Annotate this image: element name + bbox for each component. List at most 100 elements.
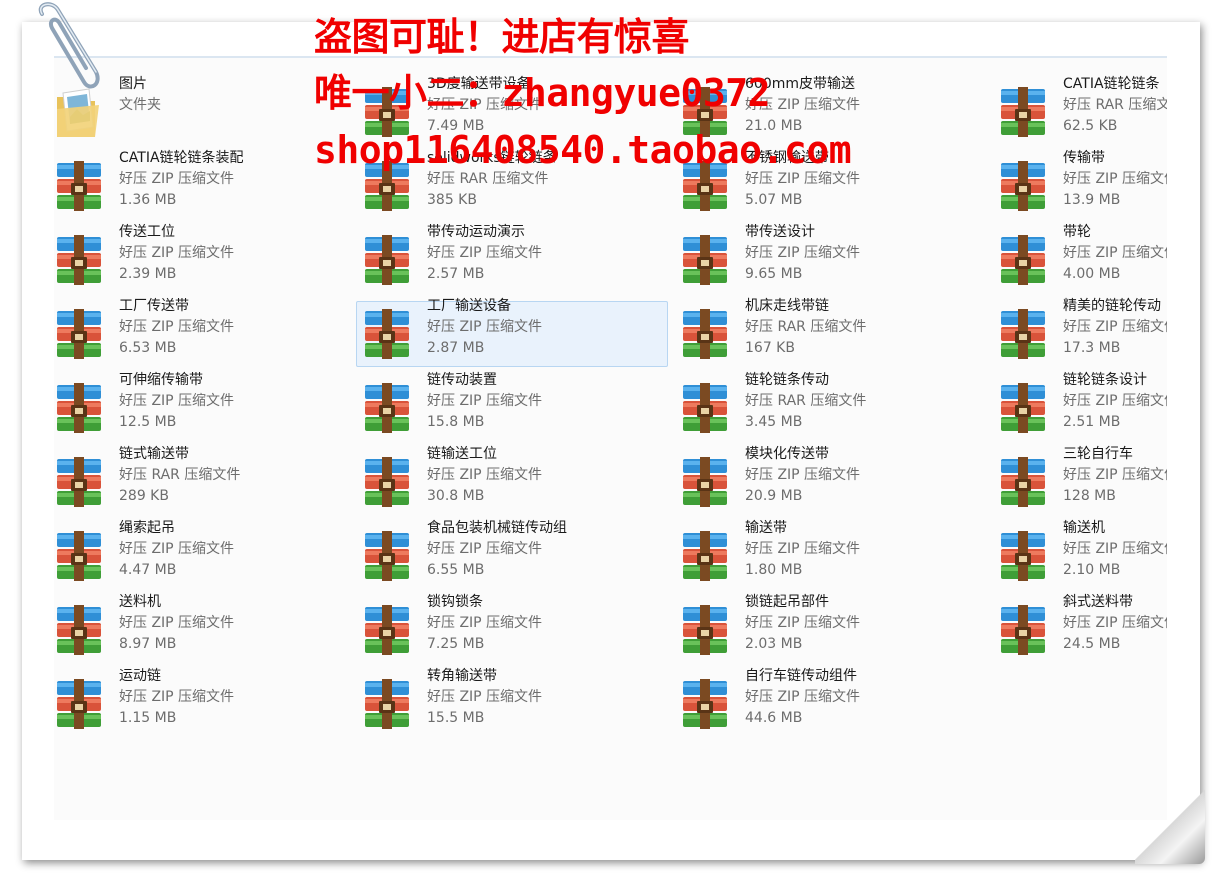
file-size: 6.55 MB xyxy=(427,562,485,578)
winrar-archive-icon xyxy=(1001,457,1045,507)
file-item[interactable]: 自行车链传动组件 好压 ZIP 压缩文件 44.6 MB xyxy=(674,668,986,737)
file-size: 7.25 MB xyxy=(427,636,485,652)
file-item[interactable]: 输送带 好压 ZIP 压缩文件 1.80 MB xyxy=(674,520,986,589)
winrar-archive-icon xyxy=(57,309,101,359)
file-name: CATIA链轮链条 xyxy=(1063,76,1160,92)
winrar-archive-icon xyxy=(365,679,409,729)
file-size: 1.15 MB xyxy=(119,710,177,726)
file-item[interactable]: 送料机 好压 ZIP 压缩文件 8.97 MB xyxy=(54,594,360,663)
file-type: 好压 RAR 压缩文件 xyxy=(745,393,867,409)
file-size: 128 MB xyxy=(1063,488,1116,504)
file-size: 1.80 MB xyxy=(745,562,803,578)
file-name: 链传动装置 xyxy=(427,372,497,388)
file-size: 289 KB xyxy=(119,488,169,504)
file-item[interactable]: 斜式送料带 好压 ZIP 压缩文件 24.5 MB xyxy=(992,594,1167,663)
file-type: 好压 ZIP 压缩文件 xyxy=(745,245,861,261)
file-item[interactable]: 链式输送带 好压 RAR 压缩文件 289 KB xyxy=(54,446,360,515)
file-type: 好压 ZIP 压缩文件 xyxy=(745,615,861,631)
winrar-archive-icon xyxy=(57,679,101,729)
file-name: 链输送工位 xyxy=(427,446,497,462)
file-item[interactable]: 链轮链条设计 好压 ZIP 压缩文件 2.51 MB xyxy=(992,372,1167,441)
file-size: 4.47 MB xyxy=(119,562,177,578)
file-type: 好压 ZIP 压缩文件 xyxy=(1063,319,1167,335)
watermark-line-1: 盗图可耻！进店有惊喜 xyxy=(314,15,690,59)
file-item[interactable]: 食品包装机械链传动组 好压 ZIP 压缩文件 6.55 MB xyxy=(356,520,668,589)
file-name: 模块化传送带 xyxy=(745,446,829,462)
file-item[interactable]: 工厂传送带 好压 ZIP 压缩文件 6.53 MB xyxy=(54,298,360,367)
file-item[interactable]: 工厂输送设备好压 ZIP 压缩文件 2.87 MB xyxy=(356,298,668,367)
file-item[interactable]: 带传动运动演示好压 ZIP 压缩文件 2.57 MB xyxy=(356,224,668,293)
file-size: 2.57 MB xyxy=(427,266,485,282)
file-type: 好压 ZIP 压缩文件 xyxy=(427,319,543,335)
file-type: 好压 ZIP 压缩文件 xyxy=(119,541,235,557)
file-type: 好压 ZIP 压缩文件 xyxy=(427,541,543,557)
file-type: 好压 ZIP 压缩文件 xyxy=(427,245,543,261)
file-size: 44.6 MB xyxy=(745,710,803,726)
file-size: 2.03 MB xyxy=(745,636,803,652)
file-size: 8.97 MB xyxy=(119,636,177,652)
file-size: 2.39 MB xyxy=(119,266,177,282)
file-item[interactable]: 传输带 好压 ZIP 压缩文件 13.9 MB xyxy=(992,150,1167,219)
winrar-archive-icon xyxy=(57,531,101,581)
file-name: 带轮 xyxy=(1063,224,1091,240)
winrar-archive-icon xyxy=(1001,605,1045,655)
file-size: 385 KB xyxy=(427,192,477,208)
file-item[interactable]: 输送机 好压 ZIP 压缩文件 2.10 MB xyxy=(992,520,1167,589)
file-item[interactable]: 精美的链轮传动 好压 ZIP 压缩文件 17.3 MB xyxy=(992,298,1167,367)
winrar-archive-icon xyxy=(365,383,409,433)
file-item[interactable]: 传送工位 好压 ZIP 压缩文件 2.39 MB xyxy=(54,224,360,293)
winrar-archive-icon xyxy=(57,383,101,433)
file-size: 12.5 MB xyxy=(119,414,177,430)
winrar-archive-icon xyxy=(683,457,727,507)
winrar-archive-icon xyxy=(1001,309,1045,359)
file-item[interactable]: 锁钩锁条 好压 ZIP 压缩文件 7.25 MB xyxy=(356,594,668,663)
file-type: 好压 ZIP 压缩文件 xyxy=(427,615,543,631)
file-name: 绳索起吊 xyxy=(119,520,175,536)
picture-folder-icon xyxy=(57,88,99,137)
file-name: 带传动运动演示 xyxy=(427,224,525,240)
file-type: 好压 ZIP 压缩文件 xyxy=(1063,615,1167,631)
file-item[interactable]: 转角输送带 好压 ZIP 压缩文件 15.5 MB xyxy=(356,668,668,737)
winrar-archive-icon xyxy=(1001,235,1045,285)
file-type: 好压 ZIP 压缩文件 xyxy=(1063,393,1167,409)
winrar-archive-icon xyxy=(683,235,727,285)
file-size: 4.00 MB xyxy=(1063,266,1121,282)
file-type: 好压 ZIP 压缩文件 xyxy=(1063,467,1167,483)
file-item[interactable]: 带轮 好压 ZIP 压缩文件 4.00 MB xyxy=(992,224,1167,293)
winrar-archive-icon xyxy=(683,531,727,581)
file-item[interactable]: 链传动装置 好压 ZIP 压缩文件 15.8 MB xyxy=(356,372,668,441)
file-name: 输送机 xyxy=(1063,520,1105,536)
file-size: 30.8 MB xyxy=(427,488,485,504)
winrar-archive-icon xyxy=(1001,531,1045,581)
file-size: 2.87 MB xyxy=(427,340,485,356)
file-item[interactable]: 链输送工位 好压 ZIP 压缩文件 30.8 MB xyxy=(356,446,668,515)
file-item[interactable]: 带传送设计 好压 ZIP 压缩文件 9.65 MB xyxy=(674,224,986,293)
winrar-archive-icon xyxy=(57,605,101,655)
file-name: CATIA链轮链条装配 xyxy=(119,150,244,166)
file-name: 锁链起吊部件 xyxy=(745,594,829,610)
file-item[interactable]: 绳索起吊好压 ZIP 压缩文件 4.47 MB xyxy=(54,520,360,589)
file-item[interactable]: 机床走线带链 好压 RAR 压缩文件 167 KB xyxy=(674,298,986,367)
file-item[interactable]: 锁链起吊部件好压 ZIP 压缩文件 2.03 MB xyxy=(674,594,986,663)
file-name: 可伸缩传输带 xyxy=(119,372,203,388)
file-type: 好压 ZIP 压缩文件 xyxy=(427,393,543,409)
file-item[interactable]: 三轮自行车 好压 ZIP 压缩文件 128 MB xyxy=(992,446,1167,515)
winrar-archive-icon xyxy=(683,309,727,359)
file-item[interactable]: 模块化传送带 好压 ZIP 压缩文件 20.9 MB xyxy=(674,446,986,515)
file-name: 工厂输送设备 xyxy=(427,298,511,314)
winrar-archive-icon xyxy=(365,457,409,507)
file-name: 传输带 xyxy=(1063,150,1105,166)
file-size: 20.9 MB xyxy=(745,488,803,504)
file-type: 好压 ZIP 压缩文件 xyxy=(1063,171,1167,187)
winrar-archive-icon xyxy=(1001,87,1045,137)
watermark-line-3: shop116408540.taobao.com xyxy=(314,128,852,172)
file-name: 带传送设计 xyxy=(745,224,815,240)
file-item[interactable]: 可伸缩传输带好压 ZIP 压缩文件 12.5 MB xyxy=(54,372,360,441)
file-size: 15.5 MB xyxy=(427,710,485,726)
file-size: 3.45 MB xyxy=(745,414,803,430)
file-type: 好压 ZIP 压缩文件 xyxy=(119,393,235,409)
file-item[interactable]: CATIA链轮链条好压 RAR 压缩文件 62.5 KB xyxy=(992,76,1167,145)
file-item[interactable]: 链轮链条传动 好压 RAR 压缩文件 3.45 MB xyxy=(674,372,986,441)
file-item[interactable]: 运动链 好压 ZIP 压缩文件 1.15 MB xyxy=(54,668,360,737)
file-type: 好压 RAR 压缩文件 xyxy=(119,467,241,483)
